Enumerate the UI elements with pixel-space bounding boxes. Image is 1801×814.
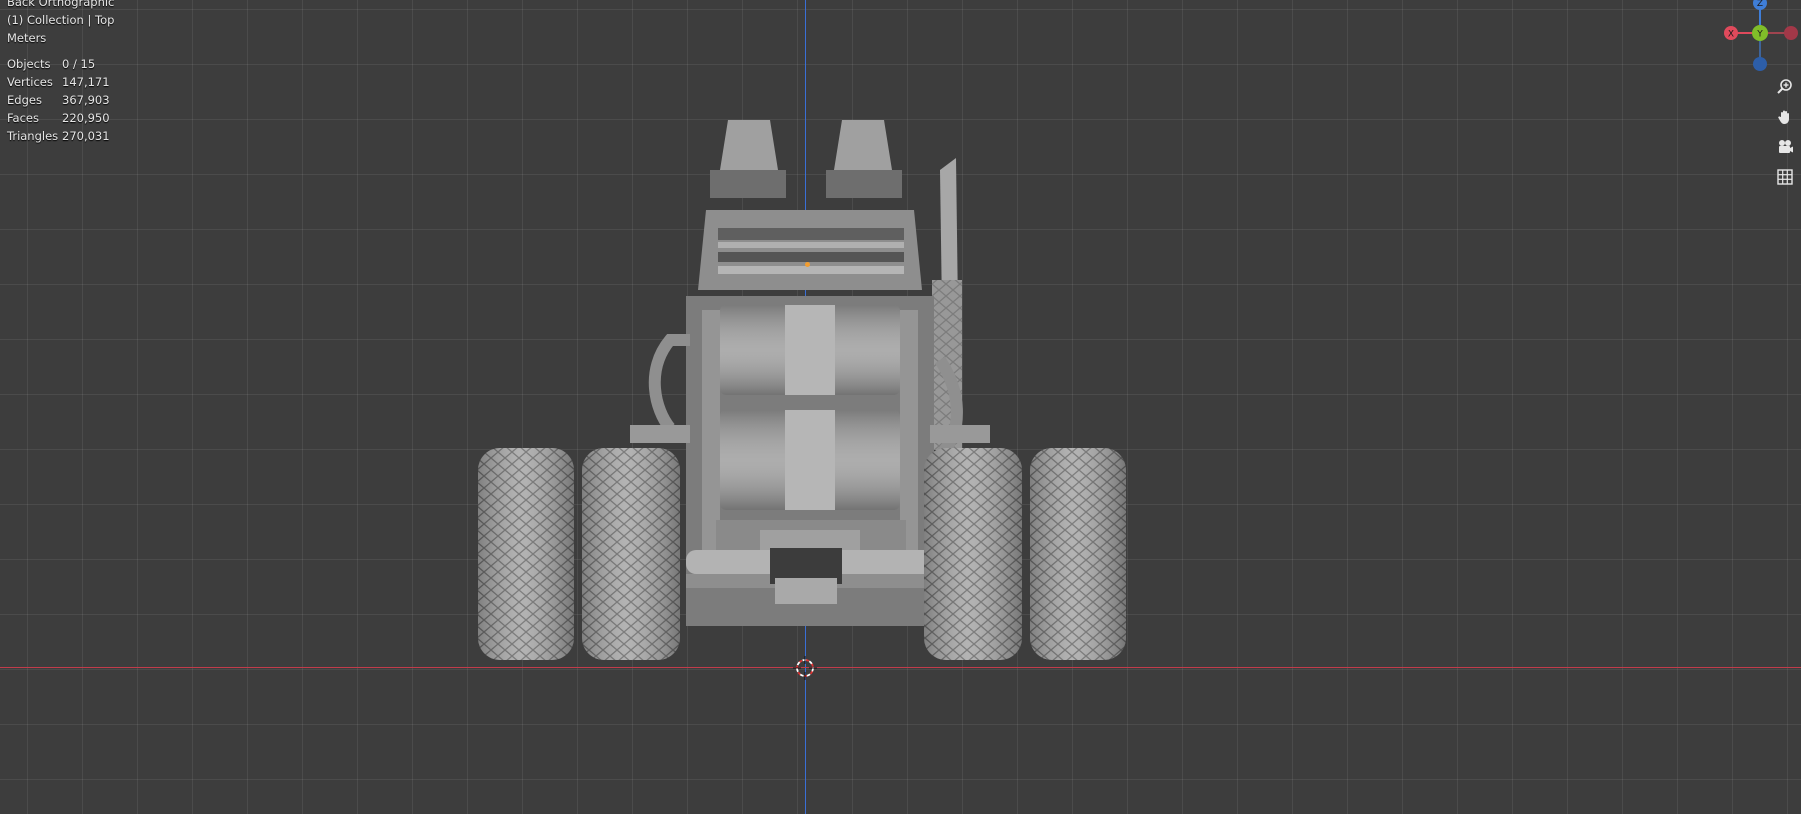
zoom-icon [1777, 79, 1792, 94]
grid-icon [1777, 169, 1793, 185]
neg-z-axis-handle[interactable] [1753, 57, 1767, 71]
stat-label: Faces [7, 111, 39, 125]
stat-value: 147,171 [62, 75, 110, 89]
object-origin-point [805, 262, 810, 267]
stat-value: 270,031 [62, 129, 110, 143]
hand-icon [1778, 110, 1789, 124]
stat-row-faces: Faces 220,950 [7, 109, 110, 127]
stat-value: 0 / 15 [62, 57, 96, 71]
orientation-gizmo[interactable]: Z X Y [1713, 0, 1801, 78]
tire-outer-left [478, 448, 574, 660]
roll-cage [698, 210, 922, 290]
stat-row-vertices: Vertices 147,171 [7, 73, 110, 91]
tire-inner-right [924, 448, 1022, 660]
stat-row-edges: Edges 367,903 [7, 91, 110, 109]
camera-icon [1779, 140, 1793, 153]
pan-button[interactable] [1772, 104, 1798, 130]
y-label: Y [1756, 30, 1763, 40]
stat-label: Edges [7, 93, 42, 107]
scene-statistics: Objects 0 / 15 Vertices 147,171 Edges 367,9… [7, 55, 110, 145]
stat-label: Objects [7, 57, 51, 71]
vehicle-model[interactable] [470, 110, 1150, 670]
neg-x-axis-handle[interactable] [1784, 26, 1798, 40]
stat-value: 367,903 [62, 93, 110, 107]
collection-info: (1) Collection | Top [7, 13, 115, 27]
stat-value: 220,950 [62, 111, 110, 125]
stat-label: Vertices [7, 75, 53, 89]
unit-system: Meters [7, 31, 47, 45]
viewport-info-overlay: Back Orthographic (1) Collection | Top M… [7, 0, 114, 47]
view-name: Back Orthographic [7, 0, 115, 9]
z-label: Z [1757, 0, 1763, 9]
seats [710, 120, 902, 198]
tire-inner-left [582, 448, 680, 660]
stat-label: Triangles [7, 129, 59, 143]
tire-outer-right [1030, 448, 1126, 660]
camera-view-button[interactable] [1772, 134, 1798, 160]
3d-cursor[interactable] [793, 656, 817, 680]
zoom-button[interactable] [1772, 74, 1798, 100]
x-label: X [1728, 30, 1734, 40]
stat-row-triangles: Triangles 270,031 [7, 127, 110, 145]
perspective-toggle-button[interactable] [1772, 164, 1798, 190]
stat-row-objects: Objects 0 / 15 [7, 55, 110, 73]
